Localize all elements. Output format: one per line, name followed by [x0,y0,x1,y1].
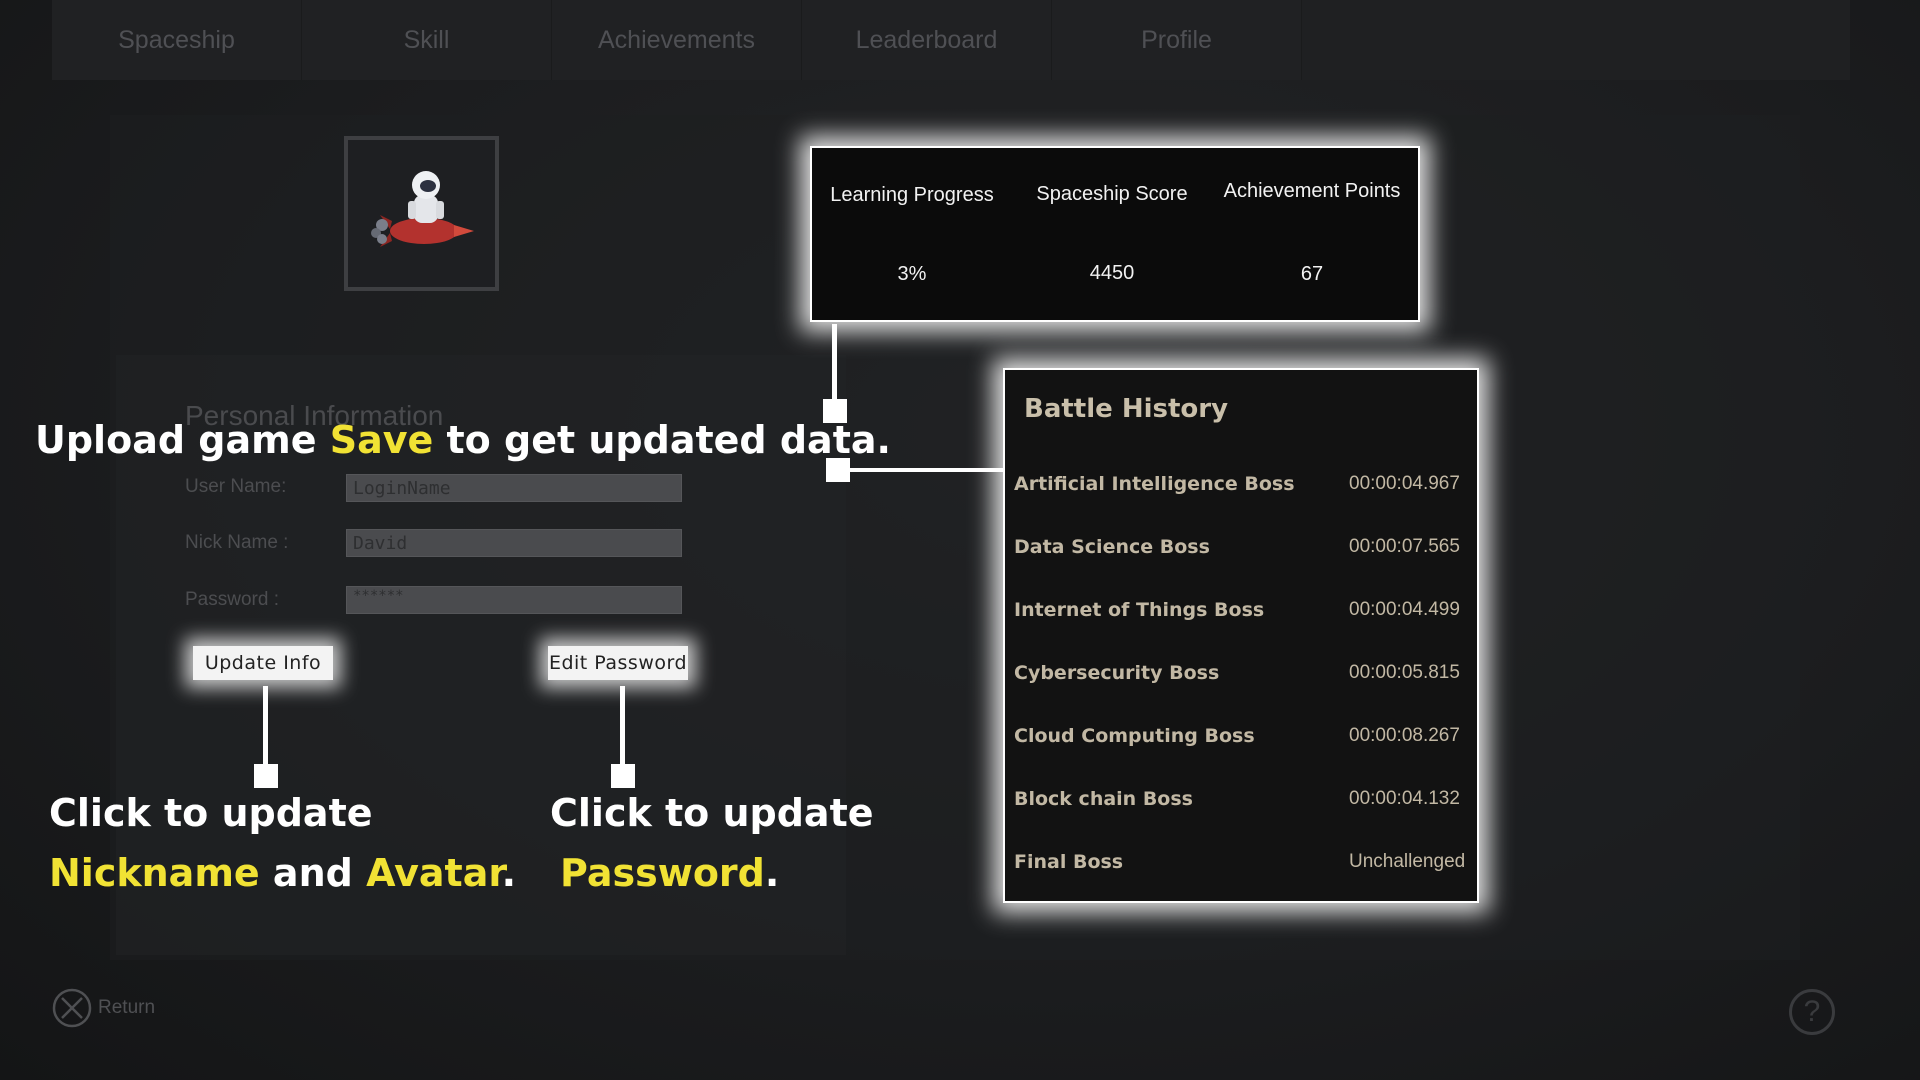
boss-time: 00:00:07.565 [1349,536,1460,557]
battle-history-panel: Battle History Artificial Intelligence B… [1003,368,1479,903]
username-label: User Name: [185,476,287,497]
boss-time: Unchallenged [1349,851,1466,872]
update-annotation-end: . [501,851,517,895]
boss-time: 00:00:04.132 [1349,788,1460,809]
battle-row: Cloud Computing Boss 00:00:08.267 [1014,725,1474,755]
password-highlight: Password [560,851,765,895]
stats-connector-node [823,399,847,423]
close-circle-icon [52,988,92,1028]
boss-name: Block chain Boss [1014,788,1193,810]
spaceship-score-value: 4450 [1089,262,1135,284]
battle-connector-node [826,458,850,482]
upload-text-pre: Upload game [35,418,330,462]
spaceship-score-stat: Spaceship Score 4450 [1012,148,1212,285]
username-field[interactable]: LoginName [346,474,682,502]
password-annotation: Click to update Password. [550,783,874,903]
battle-row: Artificial Intelligence Boss 00:00:04.96… [1014,473,1474,503]
tab-achievements[interactable]: Achievements [552,0,802,80]
boss-time: 00:00:08.267 [1349,725,1460,746]
boss-name: Final Boss [1014,851,1124,873]
tab-profile[interactable]: Profile [1052,0,1302,80]
boss-time: 00:00:04.967 [1349,473,1460,494]
boss-name: Cloud Computing Boss [1014,725,1255,747]
upload-text-highlight: Save [329,418,434,462]
update-annotation-mid: and [259,851,367,895]
question-circle-icon: ? [1803,995,1821,1028]
achievement-points-value: 67 [1300,263,1324,285]
achievement-points-label: Achievement Points [1223,180,1401,202]
nickname-label: Nick Name : [185,532,289,553]
boss-time: 00:00:04.499 [1349,599,1460,620]
tab-spaceship[interactable]: Spaceship [52,0,302,80]
battle-row: Final Boss Unchallenged [1014,851,1474,881]
password-annotation-line2: Password. [550,843,874,903]
astronaut-rocket-icon [370,170,474,247]
spaceship-score-label: Spaceship Score [1036,183,1188,205]
edit-password-button[interactable]: Edit Password [548,646,688,680]
boss-name: Data Science Boss [1014,536,1210,558]
tab-skill[interactable]: Skill [302,0,552,80]
top-nav: Spaceship Skill Achievements Leaderboard… [52,0,1302,80]
battle-row: Block chain Boss 00:00:04.132 [1014,788,1474,818]
password-annotation-end: . [764,851,780,895]
update-annotation: Click to update Nickname and Avatar. [49,783,516,903]
learning-progress-label: Learning Progress [830,184,994,206]
nickname-field[interactable]: David [346,529,682,557]
avatar[interactable] [344,136,499,291]
update-annotation-line1: Click to update [49,791,373,835]
learning-progress-stat: Learning Progress 3% [812,148,1012,286]
boss-time: 00:00:05.815 [1349,662,1460,683]
upload-text-post: to get updated data. [433,418,891,462]
password-label: Password : [185,589,279,610]
tab-leaderboard[interactable]: Leaderboard [802,0,1052,80]
boss-name: Cybersecurity Boss [1014,662,1220,684]
update-info-button[interactable]: Update Info [193,646,333,680]
boss-name: Internet of Things Boss [1014,599,1265,621]
battle-row: Internet of Things Boss 00:00:04.499 [1014,599,1474,629]
learning-progress-value: 3% [897,263,927,285]
password-annotation-line1: Click to update [550,791,874,835]
nav-filler [1302,0,1850,80]
stats-panel: Learning Progress 3% Spaceship Score 445… [810,146,1420,322]
stats-connector [832,324,837,404]
help-button[interactable]: ? [1789,989,1835,1035]
boss-name: Artificial Intelligence Boss [1014,473,1295,495]
return-button[interactable]: Return [52,988,155,1028]
password-connector [620,686,625,768]
update-connector [263,686,268,768]
battle-row: Cybersecurity Boss 00:00:05.815 [1014,662,1474,692]
battle-connector [848,468,1005,472]
upload-annotation: Upload game Save to get updated data. [35,410,891,470]
achievement-points-stat: Achievement Points 67 [1212,148,1412,286]
update-highlight-nickname: Nickname [49,851,260,895]
battle-history-title: Battle History [1024,394,1229,424]
update-highlight-avatar: Avatar [366,851,502,895]
return-label: Return [98,997,156,1018]
password-field[interactable]: ****** [346,586,682,614]
battle-row: Data Science Boss 00:00:07.565 [1014,536,1474,566]
update-annotation-line2: Nickname and Avatar. [49,843,516,903]
